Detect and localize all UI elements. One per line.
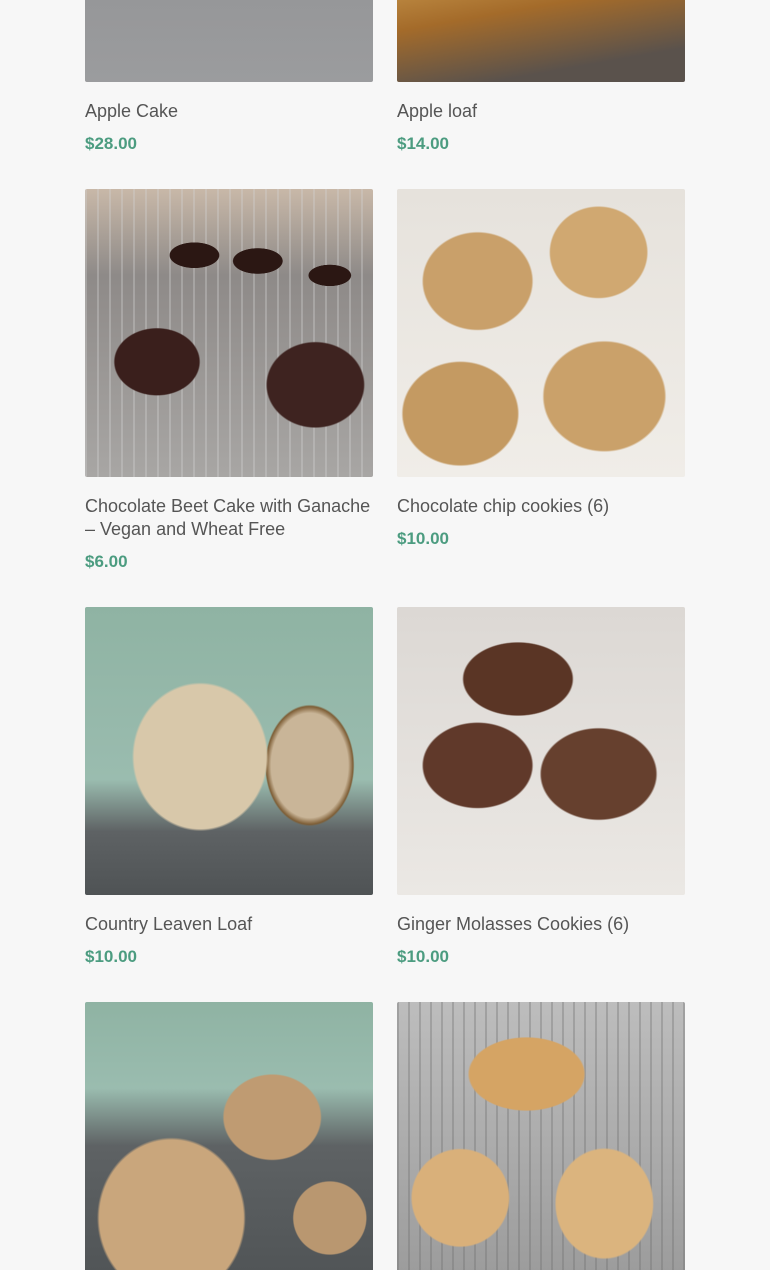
product-card-chocolate-chip-cookies[interactable]: Chocolate chip cookies (6) $10.00 [397, 189, 685, 550]
product-image-chocolate-beet-cake[interactable] [85, 189, 373, 477]
product-card-apple-cake[interactable]: Apple Cake $28.00 [85, 0, 373, 155]
product-card-apple-loaf[interactable]: Apple loaf $14.00 [397, 0, 685, 155]
product-image-ginger-molasses-cookies[interactable] [397, 607, 685, 895]
product-image-bread-loaves[interactable] [85, 1002, 373, 1270]
product-price: $10.00 [397, 947, 449, 966]
product-card-bread-loaves[interactable] [85, 1002, 373, 1270]
product-image-apple-cake[interactable] [85, 0, 373, 82]
product-card-apple-galettes[interactable] [397, 1002, 685, 1270]
product-price: $6.00 [85, 552, 128, 571]
product-price: $28.00 [85, 134, 137, 153]
product-title[interactable]: Country Leaven Loaf [85, 913, 373, 936]
product-title[interactable]: Chocolate chip cookies (6) [397, 495, 685, 518]
product-title[interactable]: Apple Cake [85, 100, 373, 123]
product-image-country-leaven-loaf[interactable] [85, 607, 373, 895]
product-title[interactable]: Apple loaf [397, 100, 685, 123]
product-card-ginger-molasses-cookies[interactable]: Ginger Molasses Cookies (6) $10.00 [397, 607, 685, 968]
product-title[interactable]: Chocolate Beet Cake with Ganache – Vegan… [85, 495, 373, 541]
product-image-apple-loaf[interactable] [397, 0, 685, 82]
product-card-country-leaven-loaf[interactable]: Country Leaven Loaf $10.00 [85, 607, 373, 968]
product-grid: Apple Cake $28.00 Apple loaf $14.00 Choc… [0, 0, 770, 1270]
product-price: $14.00 [397, 134, 449, 153]
product-title[interactable]: Ginger Molasses Cookies (6) [397, 913, 685, 936]
product-image-apple-galettes[interactable] [397, 1002, 685, 1270]
product-card-chocolate-beet-cake[interactable]: Chocolate Beet Cake with Ganache – Vegan… [85, 189, 373, 573]
product-price: $10.00 [85, 947, 137, 966]
product-image-chocolate-chip-cookies[interactable] [397, 189, 685, 477]
product-price: $10.00 [397, 529, 449, 548]
